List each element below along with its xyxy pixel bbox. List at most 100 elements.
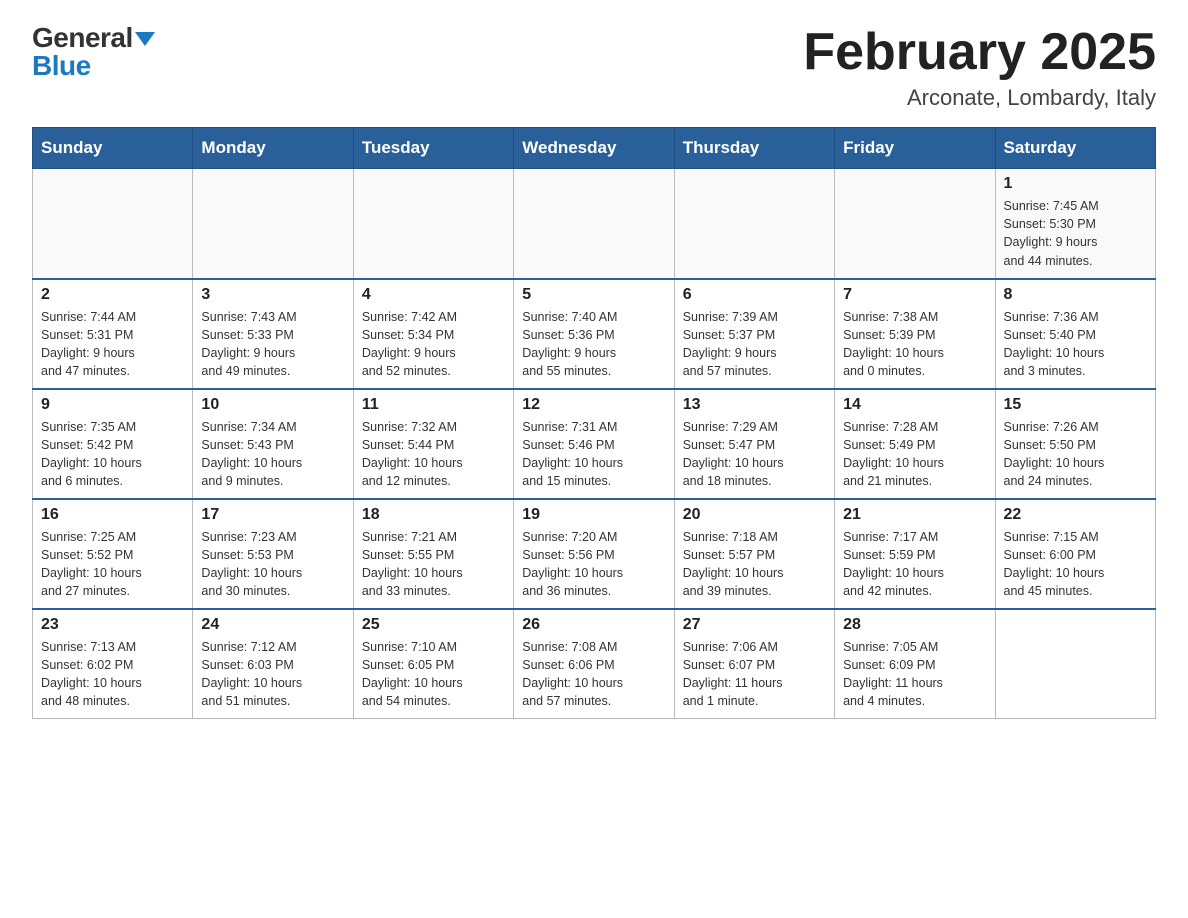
day-info: Sunrise: 7:06 AM Sunset: 6:07 PM Dayligh… <box>683 638 826 711</box>
table-row: 28 Sunrise: 7:05 AM Sunset: 6:09 PM Dayli… <box>835 609 995 719</box>
logo: General Blue <box>32 24 155 80</box>
day-number: 4 <box>362 286 505 304</box>
day-info: Sunrise: 7:28 AM Sunset: 5:49 PM Dayligh… <box>843 418 986 491</box>
day-info: Sunrise: 7:26 AM Sunset: 5:50 PM Dayligh… <box>1004 418 1147 491</box>
table-row: 19 Sunrise: 7:20 AM Sunset: 5:56 PM Dayli… <box>514 499 674 609</box>
table-row: 17 Sunrise: 7:23 AM Sunset: 5:53 PM Dayli… <box>193 499 353 609</box>
header-monday: Monday <box>193 128 353 169</box>
day-number: 7 <box>843 286 986 304</box>
day-info: Sunrise: 7:36 AM Sunset: 5:40 PM Dayligh… <box>1004 308 1147 381</box>
header-friday: Friday <box>835 128 995 169</box>
page-header: General Blue February 2025 Arconate, Lom… <box>32 24 1156 111</box>
table-row <box>674 169 834 279</box>
table-row: 25 Sunrise: 7:10 AM Sunset: 6:05 PM Dayli… <box>353 609 513 719</box>
day-number: 1 <box>1004 175 1147 193</box>
header-saturday: Saturday <box>995 128 1155 169</box>
table-row: 1Sunrise: 7:45 AM Sunset: 5:30 PM Daylig… <box>995 169 1155 279</box>
day-info: Sunrise: 7:17 AM Sunset: 5:59 PM Dayligh… <box>843 528 986 601</box>
day-info: Sunrise: 7:40 AM Sunset: 5:36 PM Dayligh… <box>522 308 665 381</box>
day-number: 25 <box>362 616 505 634</box>
day-number: 10 <box>201 396 344 414</box>
day-number: 17 <box>201 506 344 524</box>
day-number: 8 <box>1004 286 1147 304</box>
table-row: 14 Sunrise: 7:28 AM Sunset: 5:49 PM Dayli… <box>835 389 995 499</box>
table-row: 27 Sunrise: 7:06 AM Sunset: 6:07 PM Dayli… <box>674 609 834 719</box>
day-info: Sunrise: 7:18 AM Sunset: 5:57 PM Dayligh… <box>683 528 826 601</box>
day-info: Sunrise: 7:13 AM Sunset: 6:02 PM Dayligh… <box>41 638 184 711</box>
day-info: Sunrise: 7:32 AM Sunset: 5:44 PM Dayligh… <box>362 418 505 491</box>
day-number: 20 <box>683 506 826 524</box>
table-row: 9Sunrise: 7:35 AM Sunset: 5:42 PM Daylig… <box>33 389 193 499</box>
table-row: 10Sunrise: 7:34 AM Sunset: 5:43 PM Dayli… <box>193 389 353 499</box>
logo-blue-label: Blue <box>32 50 91 81</box>
day-number: 16 <box>41 506 184 524</box>
table-row <box>835 169 995 279</box>
day-number: 2 <box>41 286 184 304</box>
weekday-header-row: Sunday Monday Tuesday Wednesday Thursday… <box>33 128 1156 169</box>
month-title: February 2025 <box>803 24 1156 81</box>
table-row: 12 Sunrise: 7:31 AM Sunset: 5:46 PM Dayli… <box>514 389 674 499</box>
day-info: Sunrise: 7:05 AM Sunset: 6:09 PM Dayligh… <box>843 638 986 711</box>
table-row: 21 Sunrise: 7:17 AM Sunset: 5:59 PM Dayli… <box>835 499 995 609</box>
day-info: Sunrise: 7:31 AM Sunset: 5:46 PM Dayligh… <box>522 418 665 491</box>
day-number: 14 <box>843 396 986 414</box>
table-row: 6 Sunrise: 7:39 AM Sunset: 5:37 PM Daylig… <box>674 279 834 389</box>
day-number: 18 <box>362 506 505 524</box>
day-number: 21 <box>843 506 986 524</box>
day-number: 6 <box>683 286 826 304</box>
table-row <box>193 169 353 279</box>
day-info: Sunrise: 7:23 AM Sunset: 5:53 PM Dayligh… <box>201 528 344 601</box>
logo-triangle-icon <box>135 32 155 46</box>
day-number: 5 <box>522 286 665 304</box>
calendar-table: Sunday Monday Tuesday Wednesday Thursday… <box>32 127 1156 719</box>
table-row <box>33 169 193 279</box>
table-row: 20 Sunrise: 7:18 AM Sunset: 5:57 PM Dayli… <box>674 499 834 609</box>
title-block: February 2025 Arconate, Lombardy, Italy <box>803 24 1156 111</box>
day-info: Sunrise: 7:43 AM Sunset: 5:33 PM Dayligh… <box>201 308 344 381</box>
day-number: 12 <box>522 396 665 414</box>
day-number: 24 <box>201 616 344 634</box>
logo-general-text: General <box>32 22 133 53</box>
logo-blue-text: Blue <box>32 52 155 80</box>
calendar-week-2: 2 Sunrise: 7:44 AM Sunset: 5:31 PM Daylig… <box>33 279 1156 389</box>
calendar-week-5: 23Sunrise: 7:13 AM Sunset: 6:02 PM Dayli… <box>33 609 1156 719</box>
table-row: 2 Sunrise: 7:44 AM Sunset: 5:31 PM Daylig… <box>33 279 193 389</box>
day-number: 19 <box>522 506 665 524</box>
day-info: Sunrise: 7:29 AM Sunset: 5:47 PM Dayligh… <box>683 418 826 491</box>
day-info: Sunrise: 7:44 AM Sunset: 5:31 PM Dayligh… <box>41 308 184 381</box>
table-row: 22 Sunrise: 7:15 AM Sunset: 6:00 PM Dayli… <box>995 499 1155 609</box>
calendar-week-3: 9Sunrise: 7:35 AM Sunset: 5:42 PM Daylig… <box>33 389 1156 499</box>
day-info: Sunrise: 7:15 AM Sunset: 6:00 PM Dayligh… <box>1004 528 1147 601</box>
day-info: Sunrise: 7:08 AM Sunset: 6:06 PM Dayligh… <box>522 638 665 711</box>
table-row: 4Sunrise: 7:42 AM Sunset: 5:34 PM Daylig… <box>353 279 513 389</box>
table-row: 15 Sunrise: 7:26 AM Sunset: 5:50 PM Dayli… <box>995 389 1155 499</box>
calendar-week-1: 1Sunrise: 7:45 AM Sunset: 5:30 PM Daylig… <box>33 169 1156 279</box>
header-tuesday: Tuesday <box>353 128 513 169</box>
day-info: Sunrise: 7:20 AM Sunset: 5:56 PM Dayligh… <box>522 528 665 601</box>
table-row <box>353 169 513 279</box>
day-number: 28 <box>843 616 986 634</box>
logo-wordmark: General <box>32 24 155 52</box>
day-info: Sunrise: 7:35 AM Sunset: 5:42 PM Dayligh… <box>41 418 184 491</box>
day-number: 27 <box>683 616 826 634</box>
day-info: Sunrise: 7:39 AM Sunset: 5:37 PM Dayligh… <box>683 308 826 381</box>
table-row: 23Sunrise: 7:13 AM Sunset: 6:02 PM Dayli… <box>33 609 193 719</box>
table-row <box>995 609 1155 719</box>
day-info: Sunrise: 7:21 AM Sunset: 5:55 PM Dayligh… <box>362 528 505 601</box>
table-row: 3 Sunrise: 7:43 AM Sunset: 5:33 PM Daylig… <box>193 279 353 389</box>
table-row: 7Sunrise: 7:38 AM Sunset: 5:39 PM Daylig… <box>835 279 995 389</box>
header-sunday: Sunday <box>33 128 193 169</box>
day-number: 22 <box>1004 506 1147 524</box>
table-row: 24 Sunrise: 7:12 AM Sunset: 6:03 PM Dayli… <box>193 609 353 719</box>
day-info: Sunrise: 7:10 AM Sunset: 6:05 PM Dayligh… <box>362 638 505 711</box>
day-number: 11 <box>362 396 505 414</box>
table-row: 13Sunrise: 7:29 AM Sunset: 5:47 PM Dayli… <box>674 389 834 499</box>
table-row: 16Sunrise: 7:25 AM Sunset: 5:52 PM Dayli… <box>33 499 193 609</box>
day-number: 15 <box>1004 396 1147 414</box>
day-info: Sunrise: 7:12 AM Sunset: 6:03 PM Dayligh… <box>201 638 344 711</box>
table-row: 11 Sunrise: 7:32 AM Sunset: 5:44 PM Dayli… <box>353 389 513 499</box>
table-row: 5 Sunrise: 7:40 AM Sunset: 5:36 PM Daylig… <box>514 279 674 389</box>
day-number: 3 <box>201 286 344 304</box>
header-wednesday: Wednesday <box>514 128 674 169</box>
calendar-week-4: 16Sunrise: 7:25 AM Sunset: 5:52 PM Dayli… <box>33 499 1156 609</box>
